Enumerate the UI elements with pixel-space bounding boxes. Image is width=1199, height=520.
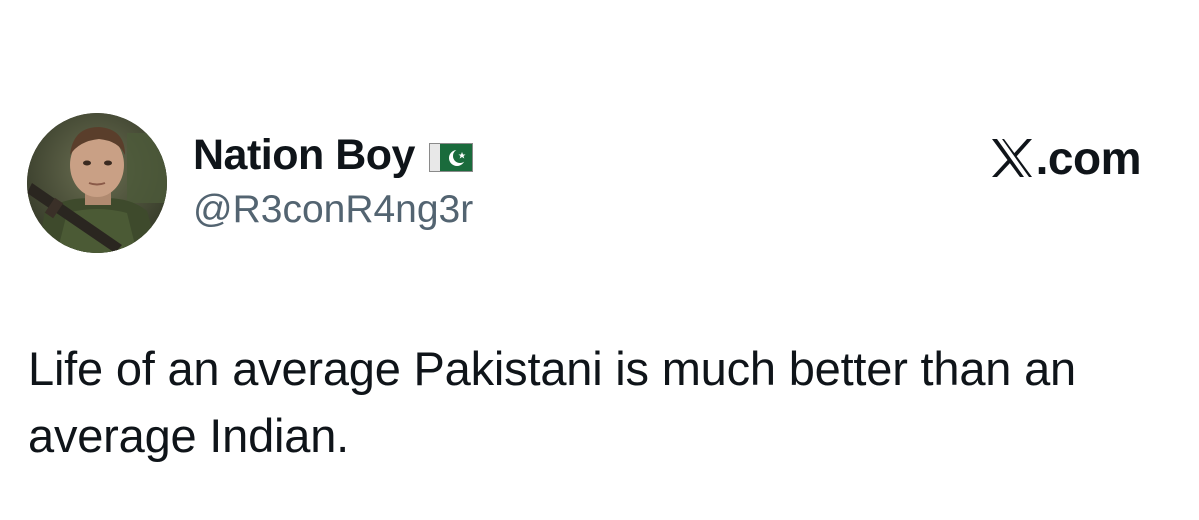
display-name[interactable]: Nation Boy — [193, 128, 415, 182]
user-info: Nation Boy @R3conR4ng3r — [193, 128, 893, 234]
pakistan-flag-icon — [428, 142, 473, 172]
profile-photo — [27, 113, 167, 253]
post-card: Nation Boy @R3conR4ng3r .com Life of an … — [0, 0, 1199, 520]
x-logo-icon — [990, 137, 1034, 179]
avatar[interactable] — [27, 113, 167, 253]
post-text: Life of an average Pakistani is much bet… — [28, 342, 1076, 462]
name-row: Nation Boy — [193, 128, 893, 182]
user-handle[interactable]: @R3conR4ng3r — [193, 186, 893, 234]
brand-domain: .com — [1035, 132, 1142, 184]
brand-logo: .com — [990, 132, 1142, 184]
